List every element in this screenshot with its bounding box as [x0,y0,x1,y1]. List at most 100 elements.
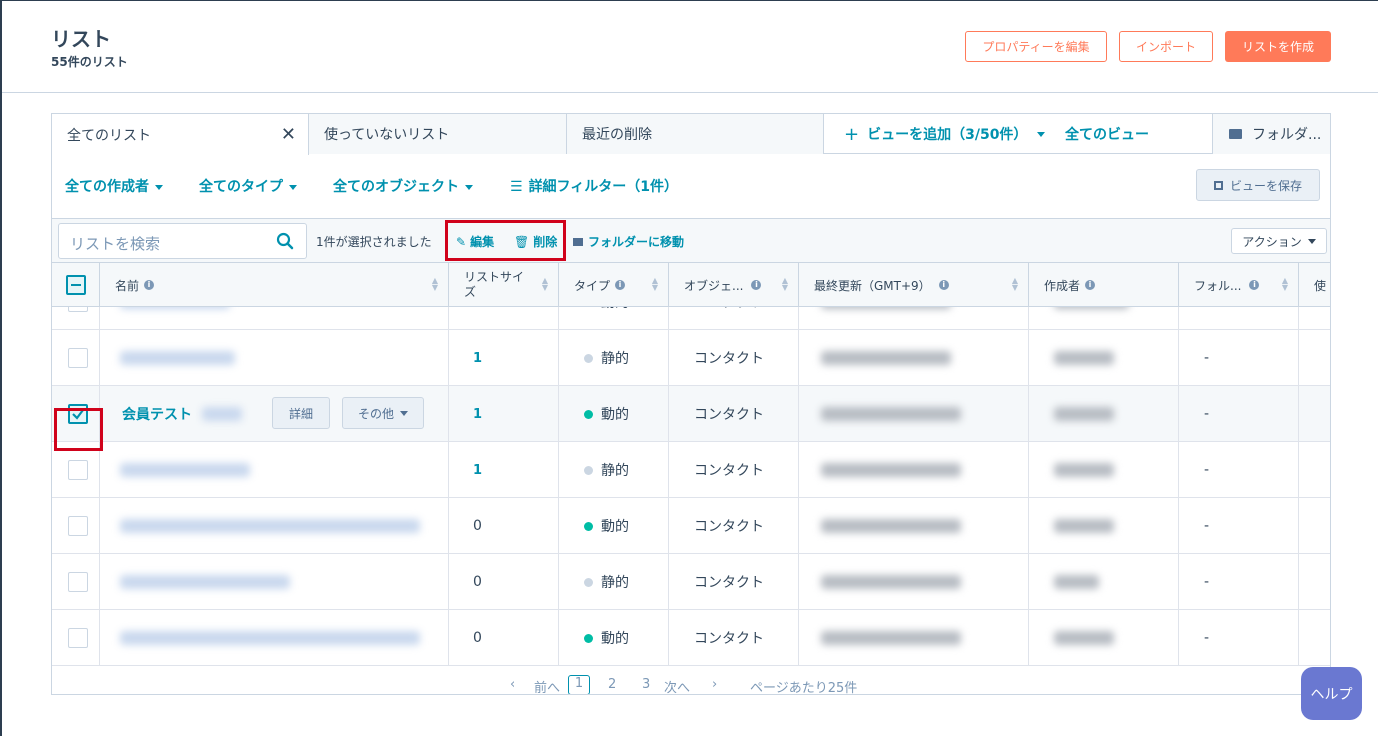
table-row-selected[interactable]: 会員テスト 詳細 その他 1 動的 コンタクト - [52,386,1330,442]
filter-creators[interactable]: 全ての作成者 [65,176,163,196]
list-name[interactable] [100,307,449,330]
list-size[interactable]: 1 [449,330,559,386]
folder-tab-label: フォルダ... [1252,127,1322,143]
column-extra[interactable]: 使 [1299,263,1330,307]
row-checkbox[interactable] [68,516,88,536]
list-name[interactable] [100,498,449,554]
next-page-button[interactable]: 次へ [664,677,690,694]
row-checkbox[interactable] [68,572,88,592]
table-row[interactable]: 0 動的 コンタクト - [52,610,1330,666]
advanced-filter-button[interactable]: ☰ 詳細フィルター（1件） [510,176,678,196]
folder: - [1179,498,1299,554]
sort-icon[interactable]: ▲ ▼ [782,277,788,292]
status-dot-icon [584,409,593,419]
list-type: 静的 [559,442,669,498]
table-row[interactable]: 1 静的 コンタクト - [52,442,1330,498]
status-dot-icon [584,633,593,643]
import-button[interactable]: インポート [1119,31,1213,62]
status-dot-icon [584,521,593,531]
status-dot-icon [584,465,593,475]
column-folder[interactable]: フォル... i ▲ ▼ [1179,263,1299,307]
table-body: 1 動的 コンタクト - 1 静的 コンタクト - 会員テスト 詳細 その他 [52,307,1330,677]
type-value: 動的 [601,307,629,312]
actions-label: アクション [1242,234,1302,249]
prev-chevron-icon[interactable]: ‹ [510,677,515,692]
tab-all-lists[interactable]: 全てのリスト ✕ [52,114,309,155]
folder: - [1179,610,1299,666]
column-last-updated[interactable]: 最終更新（GMT+9） i ▲ ▼ [799,263,1029,307]
sort-icon[interactable]: ▲ ▼ [1282,277,1288,292]
table-row[interactable]: 0 静的 コンタクト - [52,554,1330,610]
row-checkbox[interactable] [68,628,88,648]
actions-dropdown[interactable]: アクション [1231,228,1327,254]
list-name-link[interactable]: 会員テスト [122,404,192,424]
list-type: 動的 [559,386,669,442]
page-title: リスト [51,27,111,51]
sort-icon[interactable]: ▲ ▼ [542,277,548,292]
list-object: コンタクト [669,330,799,386]
folder: - [1179,330,1299,386]
size-value: 1 [473,350,483,366]
list-size[interactable]: 1 [449,307,559,330]
page-2-button[interactable]: 2 [608,677,616,692]
redacted-name [202,407,242,421]
column-object[interactable]: オブジェ... i ▲ ▼ [669,263,799,307]
redacted-name [120,575,290,589]
size-value: 0 [473,574,482,590]
table-row[interactable]: 1 静的 コンタクト - [52,330,1330,386]
filter-types[interactable]: 全てのタイプ [199,176,297,196]
move-to-folder-button[interactable]: フォルダーに移動 [573,233,684,250]
list-size[interactable]: 1 [449,386,559,442]
page-3-button[interactable]: 3 [642,677,650,692]
page-1-button[interactable]: 1 [568,675,590,694]
redacted-date [821,575,961,589]
column-type[interactable]: タイプ i ▲ ▼ [559,263,669,307]
tab-unused-lists[interactable]: 使っていないリスト [309,114,567,154]
row-checkbox[interactable] [68,307,88,312]
next-chevron-icon[interactable]: › [712,677,717,692]
list-name[interactable]: 会員テスト 詳細 その他 [100,386,449,442]
column-name[interactable]: 名前 i ▲ ▼ [100,263,449,307]
list-name[interactable] [100,610,449,666]
sort-icon[interactable]: ▲ ▼ [432,277,438,292]
redacted-creator [1054,407,1114,421]
edit-properties-button[interactable]: プロパティーを編集 [965,31,1107,62]
tab-recently-deleted[interactable]: 最近の削除 [567,114,824,154]
info-icon: i [751,280,762,290]
filter-label: 全ての作成者 [65,179,149,195]
list-name[interactable] [100,442,449,498]
all-views-link[interactable]: 全てのビュー [1065,114,1149,154]
close-icon[interactable]: ✕ [281,124,296,145]
column-label: 最終更新（GMT+9） [814,278,931,293]
row-checkbox[interactable] [68,460,88,480]
add-view-button[interactable]: + ビューを追加（3/50件） [844,114,1046,154]
search-icon[interactable] [276,232,294,250]
list-name[interactable] [100,554,449,610]
details-button[interactable]: 詳細 [272,397,330,429]
list-size[interactable]: 1 [449,442,559,498]
filter-objects[interactable]: 全てのオブジェクト [333,176,473,196]
create-list-button[interactable]: リストを作成 [1225,31,1331,62]
row-checkbox[interactable] [68,348,88,368]
table-row[interactable]: 0 動的 コンタクト - [52,498,1330,554]
search-input[interactable]: リストを検索 [58,223,307,259]
select-all-checkbox[interactable] [66,275,86,295]
size-value: 0 [473,630,482,646]
save-view-button[interactable]: ビューを保存 [1196,169,1320,201]
sort-icon[interactable]: ▲ ▼ [1012,277,1018,292]
help-button[interactable]: ヘルプ [1301,667,1362,720]
prev-page-button[interactable]: 前へ [534,677,560,694]
list-size: 0 [449,498,559,554]
more-button[interactable]: その他 [342,397,424,429]
tab-label: 使っていないリスト [324,127,450,143]
folder-tab[interactable]: フォルダ... [1212,114,1330,154]
sort-icon[interactable]: ▲ ▼ [652,277,658,292]
table-row[interactable]: 1 動的 コンタクト - [52,307,1330,330]
per-page-dropdown[interactable]: ページあたり25件 [750,677,857,694]
search-placeholder: リストを検索 [70,235,161,253]
list-name[interactable] [100,330,449,386]
column-label: オブジェ... [684,278,744,293]
column-list-size[interactable]: リストサイズ ▲ ▼ [449,263,559,307]
column-creator[interactable]: 作成者 i [1029,263,1179,307]
list-object: コンタクト [669,442,799,498]
